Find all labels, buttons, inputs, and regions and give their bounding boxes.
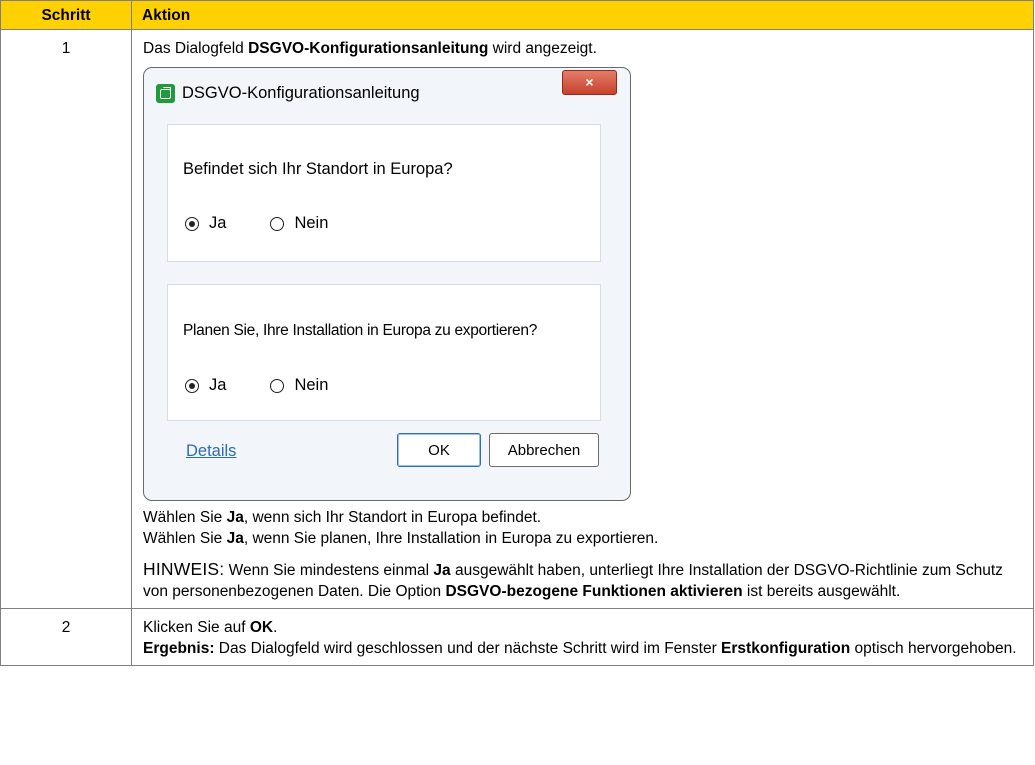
radio-export-no[interactable]: Nein [270, 375, 328, 396]
result-text: Ergebnis: Das Dialogfeld wird geschlosse… [143, 640, 1017, 657]
dialog-title: DSGVO-Konfigurationsanleitung [182, 83, 420, 102]
radio-group-location: Ja Nein [185, 213, 372, 234]
question-export: Planen Sie, Ihre Installation in Europa … [183, 322, 538, 339]
note-paragraph: HINWEIS: Wenn Sie mindestens einmal Ja a… [143, 559, 1003, 600]
table-row: 2 Klicken Sie auf OK. Ergebnis: Das Dial… [0, 608, 1034, 666]
radio-checked-icon [185, 216, 199, 231]
radio-location-no[interactable]: Nein [270, 213, 328, 234]
step-action: Klicken Sie auf OK. Ergebnis: Das Dialog… [131, 608, 1034, 666]
app-icon [156, 83, 175, 103]
radio-checked-icon [185, 378, 199, 393]
cancel-button[interactable]: Abbrechen [489, 433, 599, 467]
result-label: Ergebnis: [143, 640, 215, 657]
question-panel-export: Planen Sie, Ihre Installation in Europa … [167, 284, 601, 421]
step-number: 1 [0, 29, 132, 609]
table-header-row: Schritt Aktion [0, 0, 1034, 30]
document-page: Schritt Aktion 1 Das Dialogfeld DSGVO-Ko… [0, 0, 1035, 765]
header-step: Schritt [0, 0, 132, 30]
instruction-line-1: Wählen Sie Ja, wenn sich Ihr Standort in… [143, 509, 542, 526]
intro-text: Das Dialogfeld DSGVO-Konfigurationsanlei… [143, 40, 597, 57]
step-action: Das Dialogfeld DSGVO-Konfigurationsanlei… [131, 29, 1034, 609]
radio-unchecked-icon [270, 378, 285, 393]
instruction-line-2: Wählen Sie Ja, wenn Sie planen, Ihre Ins… [143, 530, 659, 547]
header-action: Aktion [131, 0, 1034, 30]
close-icon[interactable]: × [562, 70, 617, 95]
instruction-click-ok: Klicken Sie auf OK. [143, 619, 278, 636]
note-label: HINWEIS: [143, 559, 225, 579]
question-panel-location: Befindet sich Ihr Standort in Europa? Ja… [167, 124, 601, 262]
question-location: Befindet sich Ihr Standort in Europa? [183, 160, 453, 178]
step-number: 2 [0, 608, 132, 666]
radio-unchecked-icon [270, 216, 285, 231]
radio-location-yes[interactable]: Ja [185, 213, 226, 234]
dialog-name-bold: DSGVO-Konfigurationsanleitung [248, 40, 489, 57]
dialog-titlebar: DSGVO-Konfigurationsanleitung [156, 81, 420, 105]
ok-button[interactable]: OK [397, 433, 481, 467]
radio-export-yes[interactable]: Ja [185, 375, 226, 396]
gdpr-dialog-screenshot: DSGVO-Konfigurationsanleitung × Befindet… [143, 67, 631, 501]
details-link[interactable]: Details [186, 441, 236, 462]
table-row: 1 Das Dialogfeld DSGVO-Konfigurationsanl… [0, 29, 1034, 609]
steps-table: Schritt Aktion 1 Das Dialogfeld DSGVO-Ko… [0, 0, 1034, 666]
radio-group-export: Ja Nein [185, 375, 372, 396]
